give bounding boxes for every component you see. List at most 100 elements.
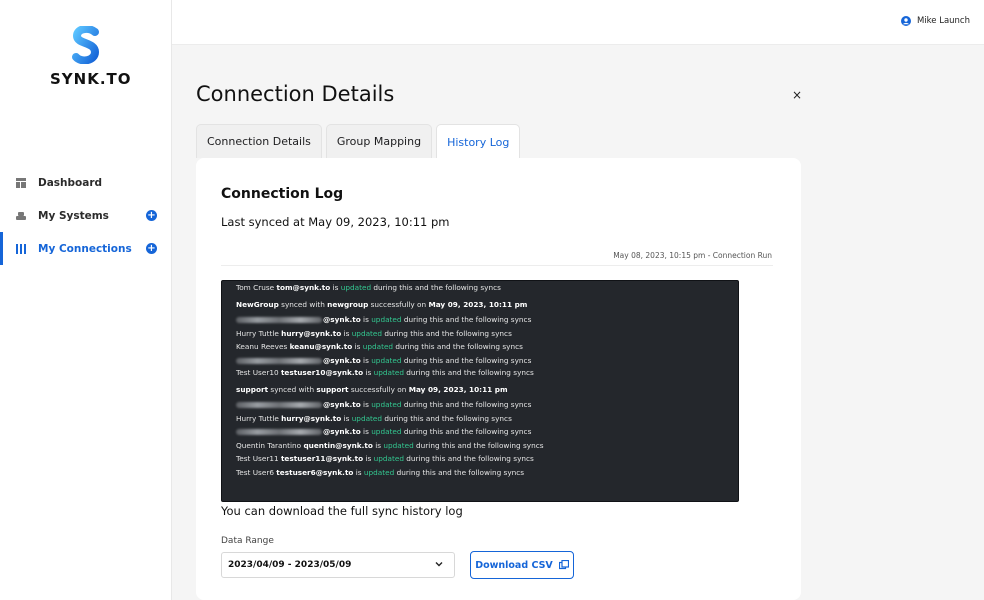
log-line: Test User6 testuser6@synk.to is updated …: [236, 466, 738, 480]
log-status: updated: [340, 283, 372, 292]
sidebar: SYNK.TO Dashboard My Systems + My Connec…: [0, 0, 172, 600]
download-info-text: You can download the full sync history l…: [221, 504, 463, 518]
log-user-name: Hurry Tuttle: [236, 328, 282, 338]
dashboard-icon: [16, 177, 26, 188]
log-text: during this and the following syncs: [394, 467, 525, 477]
log-line: Hurry Tuttle hurry@synk.to is updated du…: [236, 412, 738, 426]
redacted-name: [236, 402, 322, 408]
user-name: Mike Launch: [916, 16, 970, 26]
tab-connection-details[interactable]: Connection Details: [196, 124, 322, 158]
log-status: updated: [373, 368, 404, 377]
log-status: updated: [363, 467, 395, 477]
data-range-label: Data Range: [221, 536, 274, 546]
log-text: is: [360, 400, 372, 409]
log-group-name: support: [236, 384, 269, 394]
log-group-target: newgroup: [327, 299, 369, 309]
log-user-email: hurry@synk.to: [281, 328, 342, 338]
last-synced-text: Last synced at May 09, 2023, 10:11 pm: [221, 215, 450, 229]
close-button[interactable]: ×: [792, 88, 802, 102]
sidebar-item-my-systems[interactable]: My Systems +: [0, 199, 171, 232]
log-user-email: @synk.to: [323, 400, 361, 409]
log-group-target: support: [316, 384, 349, 394]
page-title: Connection Details: [196, 82, 395, 106]
log-line: support synced with support successfully…: [236, 383, 738, 397]
log-user-name: Tom Cruse: [236, 283, 277, 292]
log-text: is: [372, 440, 384, 450]
log-text: during this and the following syncs: [401, 427, 532, 436]
log-status: updated: [371, 427, 402, 436]
log-text: is: [360, 427, 372, 436]
sync-log-console: Tom Cruse tom@synk.to is updated during …: [221, 280, 739, 502]
log-text: during this and the following syncs: [371, 283, 501, 292]
log-status: updated: [351, 413, 383, 423]
tab-history-log[interactable]: History Log: [436, 124, 521, 159]
log-text: during this and the following syncs: [382, 413, 512, 423]
log-text: during this and the following syncs: [401, 400, 532, 409]
chevron-down-icon: [435, 562, 443, 567]
log-text: during this and the following syncs: [413, 440, 544, 450]
copy-icon: [558, 560, 569, 570]
log-user-email: testuser6@synk.to: [276, 467, 354, 477]
add-connection-icon[interactable]: +: [146, 243, 157, 254]
log-line: Quentin Tarantino quentin@synk.to is upd…: [236, 439, 738, 453]
brand-logo[interactable]: SYNK.TO: [50, 26, 131, 88]
log-user-email: keanu@synk.to: [289, 342, 353, 351]
log-text: is: [330, 283, 341, 292]
log-user-email: @synk.to: [323, 315, 361, 324]
sidebar-item-label: My Systems: [38, 209, 109, 222]
log-text: during this and the following syncs: [403, 368, 534, 377]
tab-group-mapping[interactable]: Group Mapping: [325, 124, 433, 158]
user-menu[interactable]: Mike Launch: [900, 16, 970, 26]
log-line: @synk.to is updated during this and the …: [236, 425, 738, 439]
add-system-icon[interactable]: +: [146, 210, 157, 221]
logo-s-icon: [72, 26, 100, 64]
log-line: Tom Cruse tom@synk.to is updated during …: [236, 282, 738, 294]
log-text: is: [353, 467, 364, 477]
sidebar-item-my-connections[interactable]: My Connections +: [0, 232, 171, 265]
log-user-name: Hurry Tuttle: [236, 413, 282, 423]
log-text: is: [341, 413, 352, 423]
log-line: @synk.to is updated during this and the …: [236, 398, 738, 412]
log-status: updated: [371, 355, 402, 365]
log-line: @synk.to is updated during this and the …: [236, 354, 738, 368]
log-user-email: tom@synk.to: [276, 283, 331, 292]
log-sync-date: May 09, 2023, 10:11 pm: [428, 299, 528, 309]
log-status: updated: [383, 440, 414, 450]
log-line: Hurry Tuttle hurry@synk.to is updated du…: [236, 327, 738, 341]
user-circle-icon: [900, 16, 911, 26]
log-text: during this and the following syncs: [393, 342, 523, 351]
log-line: Test User11 testuser11@synk.to is update…: [236, 452, 738, 466]
data-range-select[interactable]: 2023/04/09 - 2023/05/09: [221, 552, 455, 578]
section-title: Connection Log: [221, 186, 344, 202]
log-user-email: quentin@synk.to: [303, 440, 373, 450]
sidebar-item-dashboard[interactable]: Dashboard: [0, 166, 171, 199]
systems-icon: [16, 211, 26, 220]
sidebar-nav: Dashboard My Systems + My Connections +: [0, 166, 171, 265]
log-status: updated: [373, 454, 404, 463]
tab-bar: Connection Details Group Mapping History…: [196, 124, 524, 159]
log-status: updated: [351, 328, 383, 338]
redacted-name: [236, 357, 322, 364]
log-user-email: testuser11@synk.to: [280, 454, 364, 463]
log-user-email: @synk.to: [323, 355, 361, 365]
log-user-email: hurry@synk.to: [281, 413, 342, 423]
log-user-email: @synk.to: [323, 427, 361, 436]
log-group-name: NewGroup: [236, 299, 279, 309]
log-text: is: [363, 368, 374, 377]
log-text: synced with: [278, 299, 328, 309]
download-csv-label: Download CSV: [475, 559, 553, 571]
topbar: Mike Launch: [172, 0, 984, 45]
log-status: updated: [371, 315, 402, 324]
log-text: is: [363, 454, 374, 463]
log-text: successfully on: [368, 299, 429, 309]
log-user-name: Test User6: [236, 467, 277, 477]
log-line: @synk.to is updated during this and the …: [236, 313, 738, 327]
log-text: during this and the following syncs: [382, 328, 512, 338]
sidebar-item-label: My Connections: [38, 242, 132, 255]
log-text: successfully on: [348, 384, 409, 394]
log-text: during this and the following syncs: [401, 315, 532, 324]
log-sync-date: May 09, 2023, 10:11 pm: [408, 384, 508, 394]
download-csv-button[interactable]: Download CSV: [470, 551, 574, 579]
redacted-name: [236, 317, 322, 323]
redacted-name: [236, 429, 322, 435]
